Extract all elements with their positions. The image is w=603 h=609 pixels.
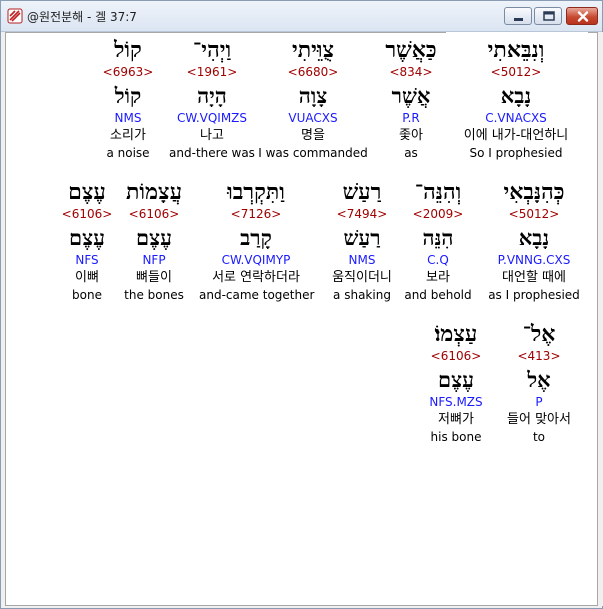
parsing-code: P.R — [402, 111, 420, 125]
strong-number: <7494> — [336, 207, 388, 221]
title-bar[interactable]: @원전분해 - 겔 37:7 — [1, 1, 602, 32]
english-gloss: as — [404, 146, 418, 160]
window-title: @원전분해 - 겔 37:7 — [27, 10, 137, 24]
window-right-edge — [598, 32, 603, 606]
maximize-button[interactable] — [534, 7, 562, 25]
strong-number: <6106> — [61, 207, 113, 221]
korean-gloss: 명을 — [301, 128, 325, 143]
hebrew-word: רַעַשׁ — [342, 179, 382, 205]
close-button[interactable] — [566, 7, 598, 25]
lemma-word: עֶצֶם — [438, 367, 474, 392]
strong-number: <6106> — [430, 349, 482, 363]
minimize-icon — [514, 18, 523, 21]
word-cell[interactable]: רַעַשׁ <7494> רַעַשׁ NMS 움직이더니 a shaking — [305, 178, 419, 303]
hebrew-word: עֶצֶם — [68, 179, 106, 205]
english-gloss: bone — [72, 288, 102, 302]
strong-number: <6963> — [102, 65, 154, 79]
word-cell[interactable]: וְנִבֵּאתִי <5012> נָבָא C.VNACXS 이에 내가-대언하니… — [459, 36, 573, 161]
maximize-icon — [543, 11, 555, 21]
word-cell[interactable]: עַצְמוֹ׃ <6106> עֶצֶם NFS.MZS 저뼈가 his bone — [399, 320, 513, 445]
lemma-word: קוֹל — [114, 83, 142, 108]
word-cell[interactable]: עֶצֶם <6106> עֶצֶם NFS 이뼈 bone — [30, 178, 144, 303]
parsing-code: NFS.MZS — [429, 395, 483, 409]
strong-number: <5012> — [490, 65, 542, 79]
hebrew-analysis-app-icon[interactable] — [7, 8, 23, 24]
hebrew-word: וַתִּקְרְבוּ — [227, 179, 285, 205]
hebrew-word: עַצְמוֹ׃ — [434, 321, 478, 347]
english-gloss: a noise — [106, 146, 150, 160]
korean-gloss: 저뼈가 — [438, 412, 474, 427]
word-cell[interactable]: כַּאֲשֶׁר <834> אֲשֶׁר P.R 좇아 as — [354, 36, 468, 161]
close-icon — [577, 11, 589, 22]
lemma-word: עֶצֶם — [69, 225, 105, 250]
hebrew-word: וְנִבֵּאתִי — [487, 37, 545, 63]
hebrew-word: קוֹל — [114, 37, 142, 63]
korean-gloss: 움직이더니 — [332, 270, 392, 285]
word-cell[interactable]: קוֹל <6963> קוֹל NMS 소리가 a noise — [71, 36, 185, 161]
strong-number: <7126> — [230, 207, 282, 221]
word-cell[interactable]: צֻוֵּיתִי <6680> צָוָה VUACXS 명을 I was comman… — [256, 36, 370, 161]
lemma-word: קָרַב — [240, 225, 272, 250]
english-gloss: a shaking — [333, 288, 391, 302]
english-gloss: and-came together — [199, 288, 315, 302]
word-cell[interactable]: וַתִּקְרְבוּ <7126> קָרַב CW.VQIMYP 서로 연락하더라… — [199, 178, 315, 303]
english-gloss: I was commanded — [258, 146, 368, 160]
lemma-word: צָוָה — [298, 83, 328, 108]
korean-gloss: 이에 내가-대언하니 — [463, 128, 569, 143]
minimize-button[interactable] — [504, 7, 532, 25]
korean-gloss: 이뼈 — [75, 270, 99, 285]
korean-gloss: 소리가 — [110, 128, 146, 143]
hebrew-word: צֻוֵּיתִי — [291, 37, 335, 63]
english-gloss: his bone — [430, 430, 482, 444]
strong-number: <6680> — [287, 65, 339, 79]
korean-gloss: 서로 연락하더라 — [212, 270, 300, 285]
strong-number: <834> — [389, 65, 433, 79]
parsing-code: CW.VQIMYP — [221, 253, 291, 267]
korean-gloss: 좇아 — [399, 128, 423, 143]
parsing-code: NMS — [348, 253, 376, 267]
parsing-code: C.VNACXS — [485, 111, 547, 125]
parsing-code: VUACXS — [288, 111, 338, 125]
english-gloss: So I prophesied — [469, 146, 563, 160]
lemma-word: אֲשֶׁר — [391, 83, 431, 108]
hebrew-word: כַּאֲשֶׁר — [385, 37, 437, 63]
parsing-code: NFS — [75, 253, 99, 267]
lemma-word: נָבָא — [500, 83, 532, 108]
parsing-code: NMS — [114, 111, 142, 125]
lemma-word: רַעַשׁ — [343, 225, 381, 250]
